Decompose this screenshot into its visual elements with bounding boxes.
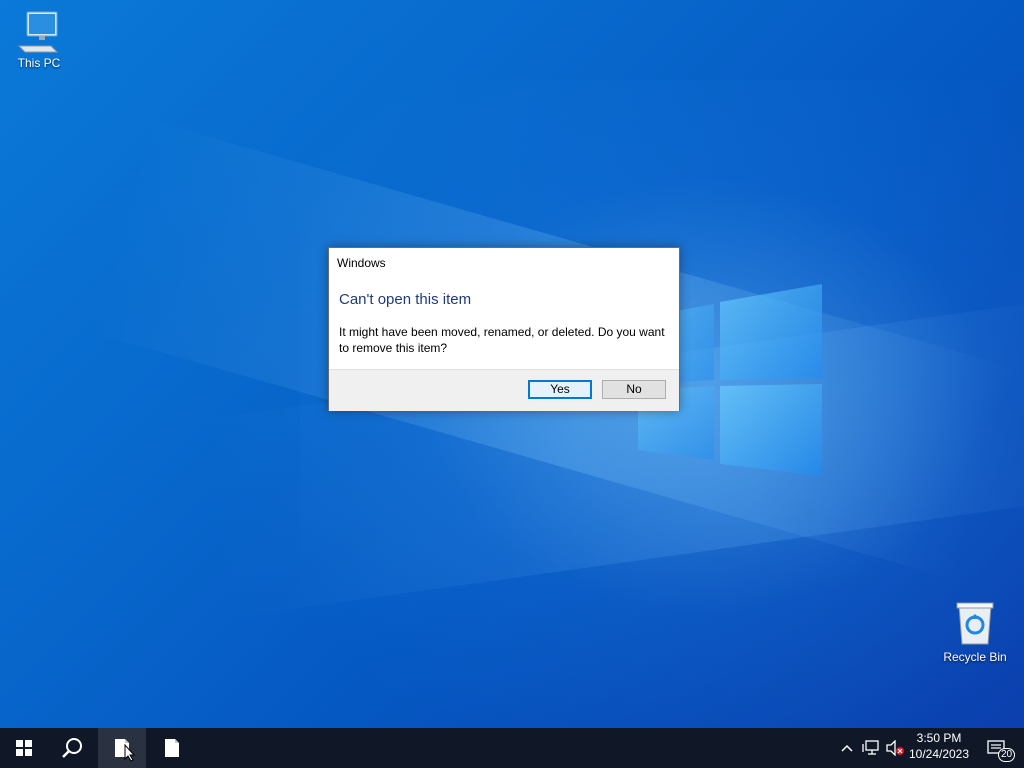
dialog-title: Windows [337, 256, 386, 270]
document-icon [165, 739, 179, 757]
search-icon [62, 738, 82, 758]
show-hidden-icons-button[interactable] [838, 728, 856, 768]
search-button[interactable] [48, 728, 96, 768]
desktop: This PC Recycle Bin Windows Can't open t… [0, 0, 1024, 728]
taskbar-app-document[interactable] [148, 728, 196, 768]
network-button[interactable] [860, 728, 882, 768]
network-icon [862, 740, 879, 755]
volume-button[interactable] [884, 728, 906, 768]
yes-button[interactable]: Yes [528, 380, 592, 399]
chevron-up-icon [841, 744, 853, 752]
error-dialog: Windows Can't open this item It might ha… [328, 247, 680, 411]
dialog-heading: Can't open this item [339, 291, 472, 308]
desktop-icon-label: Recycle Bin [943, 650, 1007, 664]
dialog-footer: Yes No [329, 369, 679, 411]
clock[interactable]: 3:50 PM 10/24/2023 [906, 731, 972, 761]
windows-start-icon [16, 740, 32, 756]
mouse-cursor-icon [124, 744, 136, 762]
desktop-icon-label: This PC [17, 56, 61, 70]
notification-badge: 20 [998, 748, 1016, 762]
dialog-message: It might have been moved, renamed, or de… [339, 325, 665, 355]
desktop-icon-recycle-bin[interactable]: Recycle Bin [940, 600, 1010, 664]
desktop-icon-this-pc[interactable]: This PC [4, 8, 74, 70]
this-pc-icon [17, 11, 59, 53]
taskbar-app-document[interactable] [98, 728, 146, 768]
start-button[interactable] [0, 728, 48, 768]
action-center-button[interactable]: 20 [978, 728, 1018, 768]
no-button[interactable]: No [602, 380, 666, 399]
recycle-bin-icon [956, 602, 994, 645]
volume-muted-icon [886, 740, 904, 756]
clock-date: 10/24/2023 [908, 747, 970, 761]
taskbar: 3:50 PM 10/24/2023 20 [0, 728, 1024, 768]
clock-time: 3:50 PM [916, 731, 962, 745]
